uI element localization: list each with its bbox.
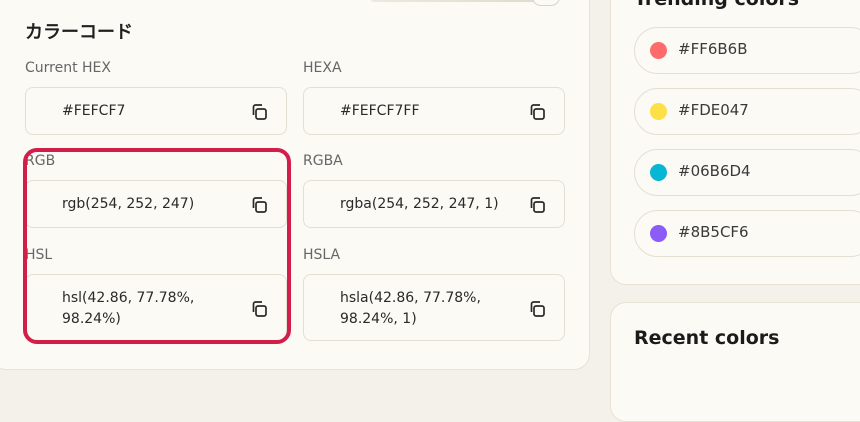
copy-icon[interactable] <box>250 103 268 121</box>
current-hex-field[interactable]: #FEFCF7 <box>25 87 287 135</box>
current-hex-value: #FEFCF7 <box>62 103 126 119</box>
copy-icon[interactable] <box>528 300 546 318</box>
trending-color-hex: #8B5CF6 <box>678 223 749 241</box>
copy-icon[interactable] <box>528 103 546 121</box>
recent-colors-title: Recent colors <box>634 327 780 349</box>
section-title: カラーコード <box>25 22 133 43</box>
trending-color-item[interactable]: #FF6B6B <box>634 27 860 74</box>
rgba-label: RGBA <box>303 153 343 169</box>
hsla-field[interactable]: hsla(42.86, 77.78%, 98.24%, 1) <box>303 274 565 341</box>
hsla-value-line2: 98.24%, 1) <box>340 311 417 327</box>
trending-colors-title: Trending colors <box>634 0 799 10</box>
hsl-field[interactable]: hsl(42.86, 77.78%, 98.24%) <box>25 274 287 341</box>
copy-icon[interactable] <box>528 196 546 214</box>
trending-color-item[interactable]: #8B5CF6 <box>634 210 860 257</box>
hsl-value-line2: 98.24%) <box>62 311 121 327</box>
color-swatch <box>650 42 667 59</box>
rgba-field[interactable]: rgba(254, 252, 247, 1) <box>303 180 565 228</box>
current-hex-label: Current HEX <box>25 60 111 76</box>
recent-colors-panel <box>610 302 860 422</box>
hsl-label: HSL <box>25 247 53 263</box>
copy-icon[interactable] <box>250 196 268 214</box>
color-swatch <box>650 225 667 242</box>
hexa-value: #FEFCF7FF <box>340 103 420 119</box>
rgba-value: rgba(254, 252, 247, 1) <box>340 196 499 212</box>
color-swatch <box>650 103 667 120</box>
trending-color-hex: #06B6D4 <box>678 162 751 180</box>
rgb-label: RGB <box>25 153 56 169</box>
hexa-label: HEXA <box>303 60 342 76</box>
hexa-field[interactable]: #FEFCF7FF <box>303 87 565 135</box>
trending-color-hex: #FDE047 <box>678 101 749 119</box>
trending-color-hex: #FF6B6B <box>678 40 748 58</box>
trending-color-item[interactable]: #06B6D4 <box>634 149 860 196</box>
color-swatch <box>650 164 667 181</box>
hsla-label: HSLA <box>303 247 341 263</box>
hsl-value-line1: hsl(42.86, 77.78%, <box>62 290 195 306</box>
trending-color-item[interactable]: #FDE047 <box>634 88 860 135</box>
rgb-field[interactable]: rgb(254, 252, 247) <box>25 180 287 228</box>
rgb-value: rgb(254, 252, 247) <box>62 196 195 212</box>
hsla-value-line1: hsla(42.86, 77.78%, <box>340 290 481 306</box>
slider-track[interactable] <box>370 0 560 2</box>
copy-icon[interactable] <box>250 300 268 318</box>
